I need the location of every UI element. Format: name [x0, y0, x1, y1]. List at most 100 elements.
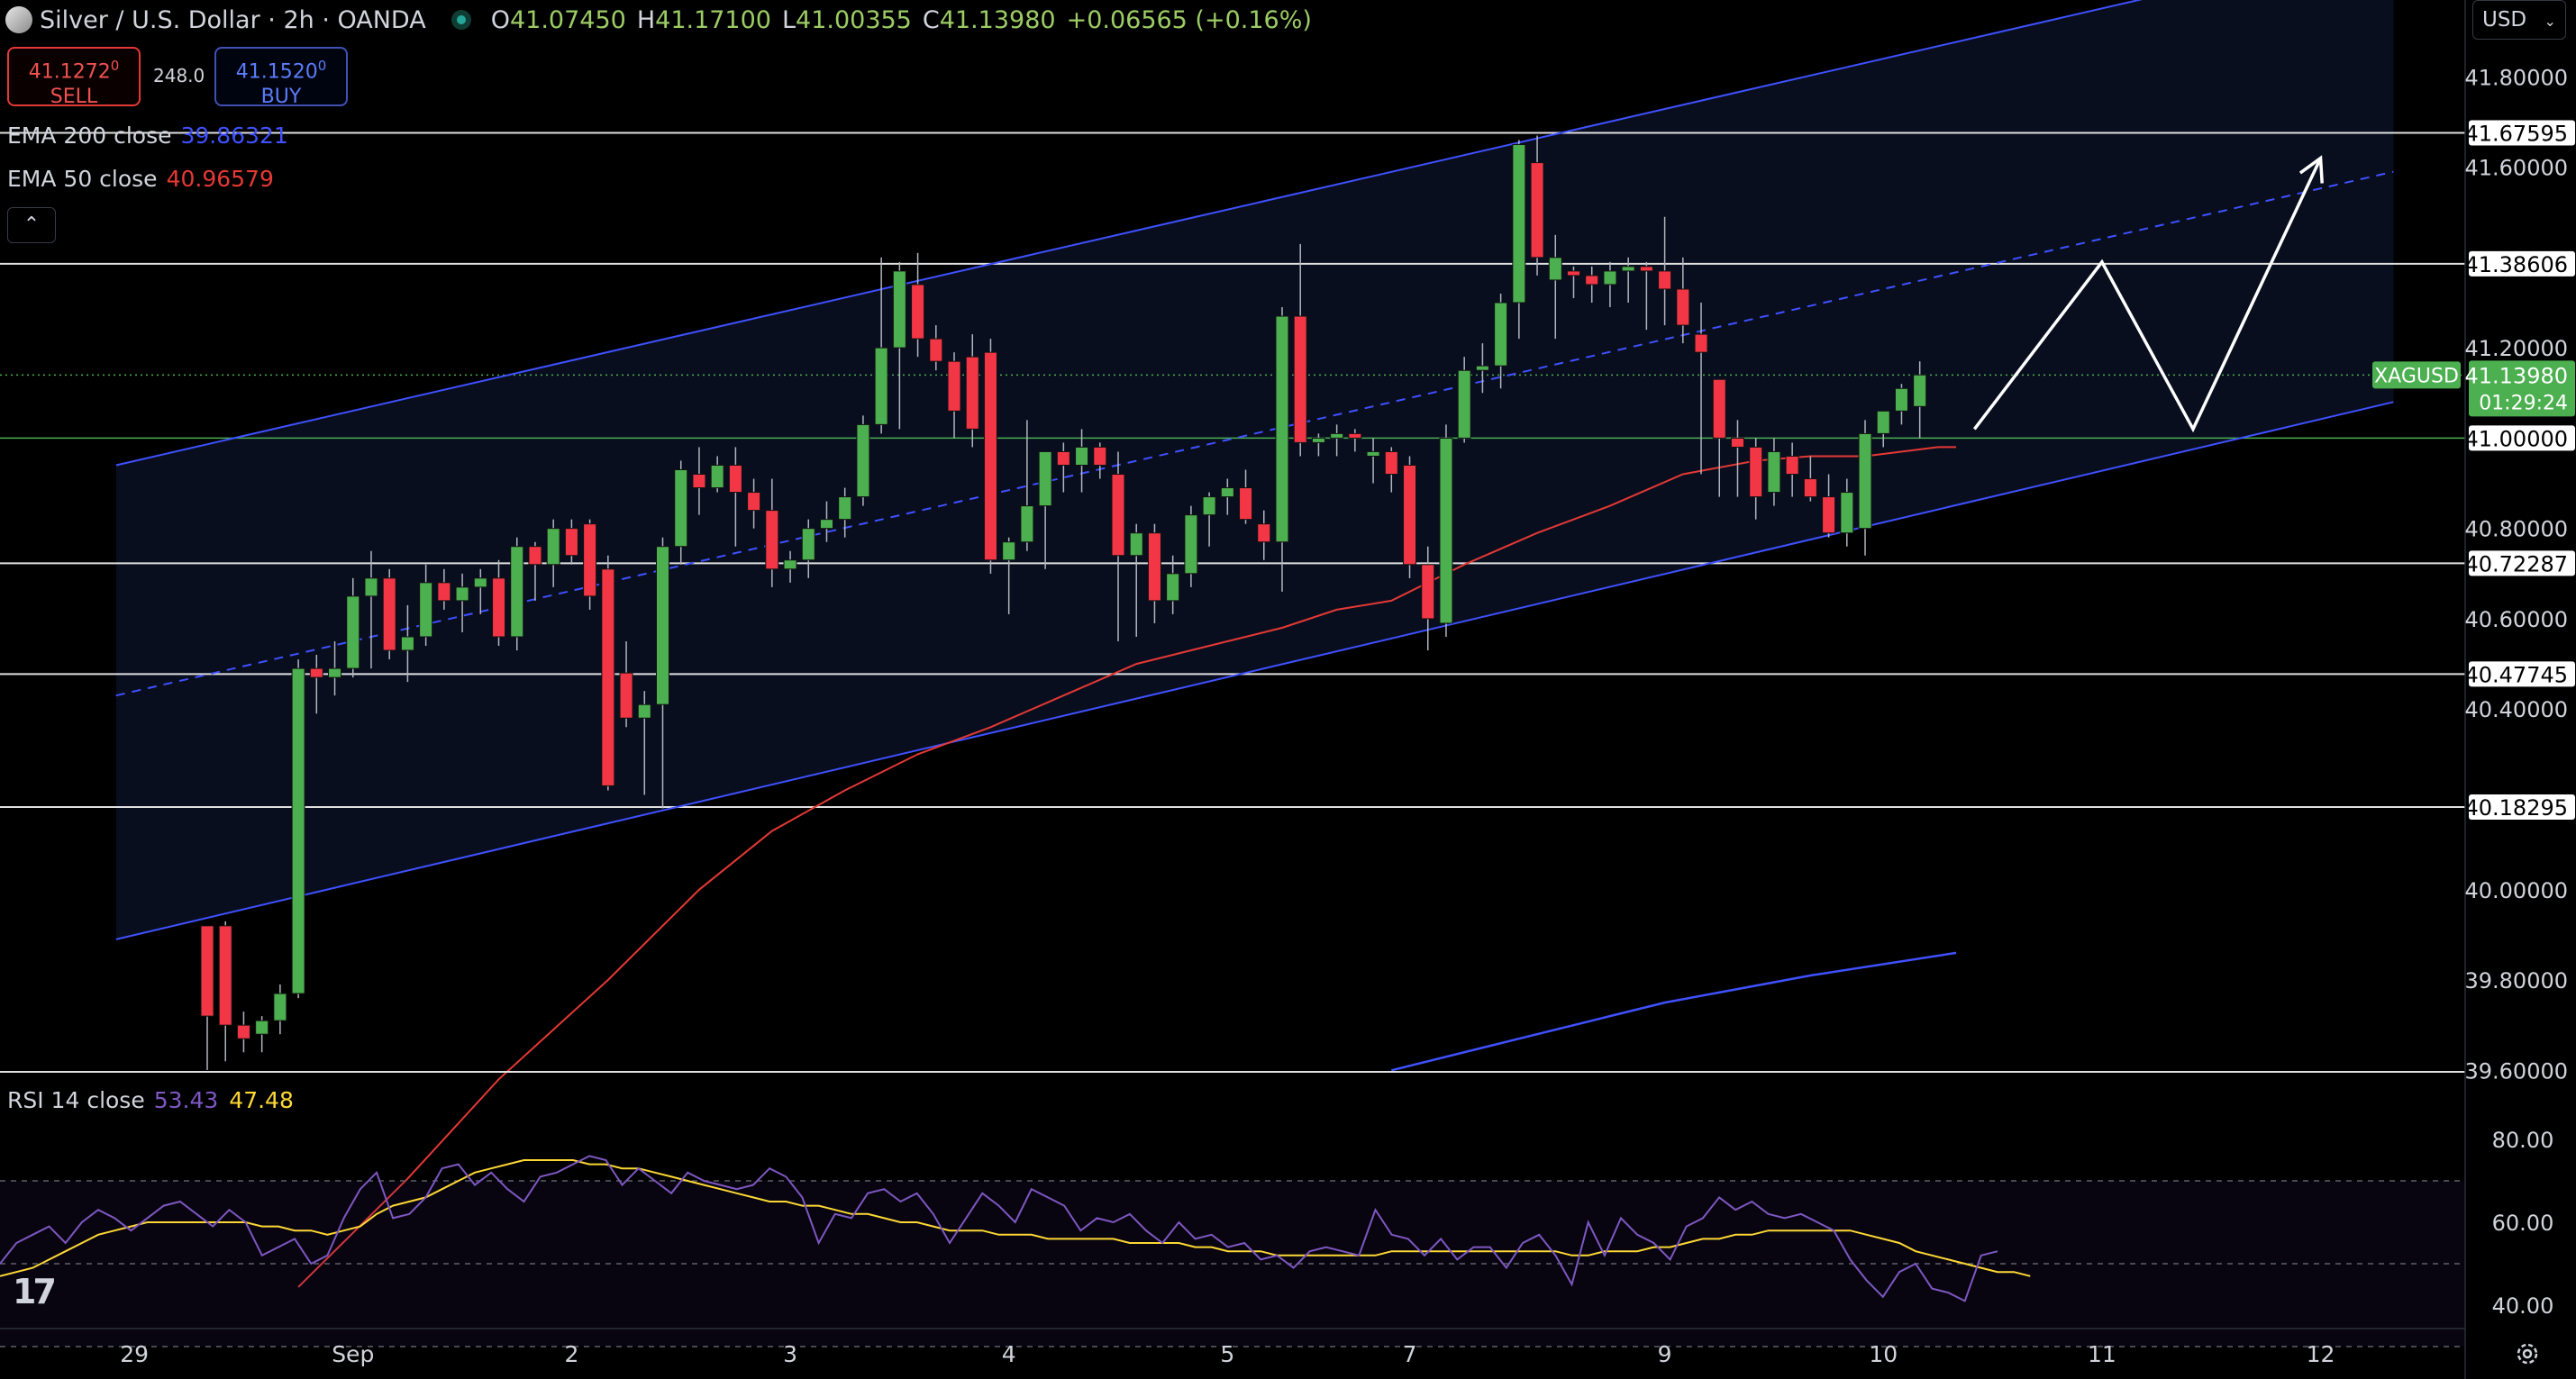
candle-body — [892, 270, 906, 349]
candle-body — [874, 347, 888, 425]
rsi-tick-label: 60.00 — [2492, 1211, 2554, 1236]
buy-price: 41.1520 — [235, 60, 318, 84]
candle-body — [1621, 266, 1635, 272]
candle-body — [601, 568, 615, 786]
candle-body — [1239, 487, 1253, 521]
candle-body — [1548, 257, 1562, 281]
level-label: 40.18295 — [2464, 795, 2568, 821]
candle-body — [1712, 378, 1726, 439]
candle-body — [856, 423, 870, 498]
price-tick-label: 39.80000 — [2464, 968, 2568, 993]
tradingview-logo[interactable]: 17 — [13, 1272, 57, 1311]
status-dot-icon[interactable] — [451, 10, 471, 30]
candle-body — [1913, 374, 1927, 407]
level-label: 41.00000 — [2464, 426, 2568, 451]
candle — [601, 555, 615, 791]
candle-body — [236, 1024, 250, 1039]
candle-body — [382, 577, 396, 651]
candle-body — [1840, 492, 1854, 534]
time-tick-label: 11 — [2088, 1341, 2116, 1367]
change-value: +0.06565 (+0.16%) — [1066, 5, 1312, 34]
candle-body — [1439, 437, 1453, 624]
candle-body — [1767, 450, 1781, 494]
gear-icon[interactable] — [2514, 1340, 2541, 1367]
candle-body — [1129, 532, 1143, 557]
rsi-tick-label: 40.00 — [2492, 1293, 2554, 1319]
candle-body — [1785, 455, 1799, 476]
sell-button[interactable]: 41.12720 SELL — [7, 47, 141, 108]
candle-body — [1202, 496, 1216, 516]
candle-body — [273, 993, 287, 1021]
candle-body — [1330, 432, 1344, 439]
candle-body — [1567, 270, 1580, 277]
last-price-label: 41.13980 — [2464, 363, 2568, 388]
candle-body — [656, 546, 669, 705]
candle-body — [1858, 432, 1872, 530]
candle — [1403, 456, 1417, 578]
candle-body — [328, 667, 342, 678]
time-tick-label: 7 — [1403, 1341, 1417, 1367]
time-tick-label: 3 — [783, 1341, 797, 1367]
candle-body — [291, 667, 305, 994]
level-label: 40.72287 — [2464, 551, 2568, 576]
low-label: L — [781, 5, 796, 34]
candle-body — [1311, 437, 1325, 443]
candle-body — [911, 284, 925, 340]
ema50-value: 40.96579 — [166, 166, 274, 192]
time-tick-label: 2 — [564, 1341, 578, 1367]
candle-body — [1585, 275, 1599, 286]
price-tick-label: 41.80000 — [2464, 65, 2568, 90]
candle-body — [710, 464, 724, 489]
candle-body — [218, 925, 232, 1026]
currency-dropdown[interactable]: USD ⌄ — [2472, 0, 2566, 40]
candle-body — [309, 667, 323, 678]
close-label: C — [922, 5, 940, 34]
ema200-value: 39.86321 — [180, 122, 288, 149]
axis-background — [2465, 0, 2576, 1379]
candle-body — [528, 546, 542, 566]
candle-body — [1111, 474, 1125, 557]
open-label: O — [490, 5, 510, 34]
sell-price-sup: 0 — [110, 58, 120, 74]
candle — [983, 339, 997, 574]
candle-body — [637, 703, 651, 719]
currency-label: USD — [2482, 8, 2527, 32]
candle-body — [674, 469, 688, 548]
candle-body — [473, 577, 487, 588]
time-tick-label: 12 — [2307, 1341, 2335, 1367]
low-value: 41.00355 — [796, 5, 912, 34]
candle-body — [983, 351, 997, 561]
ema200-legend[interactable]: EMA 200 close 39.86321 — [7, 122, 288, 149]
candle — [382, 568, 396, 660]
candle-body — [1530, 162, 1544, 259]
time-tick-label: 4 — [1002, 1341, 1016, 1367]
price-tick-label: 41.20000 — [2464, 336, 2568, 361]
high-label: H — [636, 5, 656, 34]
candle-body — [1293, 315, 1307, 443]
candle-body — [1676, 288, 1690, 326]
candle-body — [346, 595, 360, 669]
symbol-title[interactable]: Silver / U.S. Dollar · 2h · OANDA — [40, 6, 426, 34]
candle-body — [1822, 496, 1836, 534]
candle-body — [1147, 532, 1161, 602]
candle — [583, 519, 597, 610]
chevron-up-icon[interactable]: ⌃ — [7, 207, 56, 243]
price-tick-label: 40.40000 — [2464, 697, 2568, 722]
candle-body — [1749, 446, 1763, 498]
candle-body — [546, 528, 560, 566]
silver-coin-icon — [5, 6, 32, 33]
ema50-legend[interactable]: EMA 50 close 40.96579 — [7, 166, 279, 192]
candle-body — [838, 496, 852, 521]
candle-body — [1257, 523, 1271, 543]
rsi-legend[interactable]: RSI 14 close 53.43 47.48 — [7, 1087, 294, 1113]
rsi-value: 53.43 — [153, 1087, 219, 1113]
price-tick-label: 40.80000 — [2464, 517, 2568, 542]
candle-body — [1056, 450, 1070, 466]
candle-body — [947, 360, 961, 412]
level-label: 41.67595 — [2464, 122, 2568, 147]
candle-body — [1876, 410, 1890, 434]
level-label: 41.38606 — [2464, 252, 2568, 277]
price-chart[interactable]: 42.2000041.8000041.6000041.2000040.80000… — [0, 0, 2576, 1379]
buy-button[interactable]: 41.15200 BUY — [214, 47, 348, 108]
candle-body — [1002, 541, 1016, 561]
